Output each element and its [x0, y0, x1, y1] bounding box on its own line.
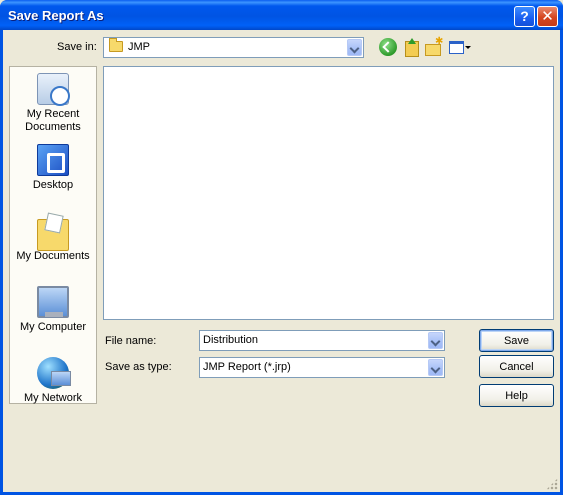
file-name-value: Distribution — [203, 334, 259, 346]
window-title: Save Report As — [8, 8, 104, 23]
cancel-button[interactable]: Cancel — [479, 355, 554, 378]
file-name-label: File name: — [105, 335, 157, 347]
my-computer-icon — [37, 286, 69, 318]
back-icon[interactable] — [379, 38, 397, 56]
save-report-dialog: Save Report As ? ✕ Save in: JMP My Recen… — [0, 0, 563, 495]
chevron-down-icon[interactable] — [347, 39, 362, 56]
save-in-label: Save in: — [57, 41, 97, 53]
chevron-down-icon[interactable] — [428, 332, 443, 349]
desktop-icon — [37, 144, 69, 176]
folder-icon — [109, 38, 123, 52]
up-one-level-icon[interactable] — [402, 38, 420, 57]
places-item-label: Desktop — [32, 179, 74, 191]
recent-documents-icon — [37, 73, 70, 106]
places-item-label: My Computer — [19, 321, 87, 333]
file-name-field[interactable]: Distribution — [199, 330, 445, 351]
places-item-my-network[interactable]: My Network — [10, 357, 96, 405]
dialog-body: Save in: JMP My Recent Documents Desktop… — [3, 30, 560, 492]
save-in-dropdown[interactable]: JMP — [103, 37, 364, 58]
save-button[interactable]: Save — [479, 329, 554, 352]
save-in-value: JMP — [128, 41, 150, 53]
save-as-type-label: Save as type: — [105, 361, 172, 373]
places-item-label: My Documents — [16, 250, 90, 262]
places-item-recent-documents[interactable]: My Recent Documents — [10, 73, 96, 134]
chevron-down-icon[interactable] — [428, 359, 443, 376]
views-menu-icon[interactable] — [449, 38, 471, 56]
my-network-icon — [37, 357, 71, 389]
places-item-label: My Network — [23, 392, 83, 404]
my-documents-icon — [37, 219, 69, 251]
close-button[interactable]: ✕ — [537, 6, 558, 27]
places-item-label: My Recent Documents — [25, 108, 81, 133]
file-list[interactable] — [103, 66, 554, 320]
help-title-button[interactable]: ? — [514, 6, 535, 27]
title-bar[interactable]: Save Report As ? ✕ — [0, 0, 563, 30]
help-button[interactable]: Help — [479, 384, 554, 407]
places-item-my-computer[interactable]: My Computer — [10, 286, 96, 334]
places-item-desktop[interactable]: Desktop — [10, 144, 96, 192]
places-item-my-documents[interactable]: My Documents — [10, 215, 96, 263]
resize-grip[interactable] — [546, 478, 558, 490]
save-as-type-dropdown[interactable]: JMP Report (*.jrp) — [199, 357, 445, 378]
save-as-type-value: JMP Report (*.jrp) — [203, 361, 291, 373]
new-folder-icon[interactable] — [424, 36, 443, 56]
places-bar: My Recent Documents Desktop My Documents… — [9, 66, 97, 404]
